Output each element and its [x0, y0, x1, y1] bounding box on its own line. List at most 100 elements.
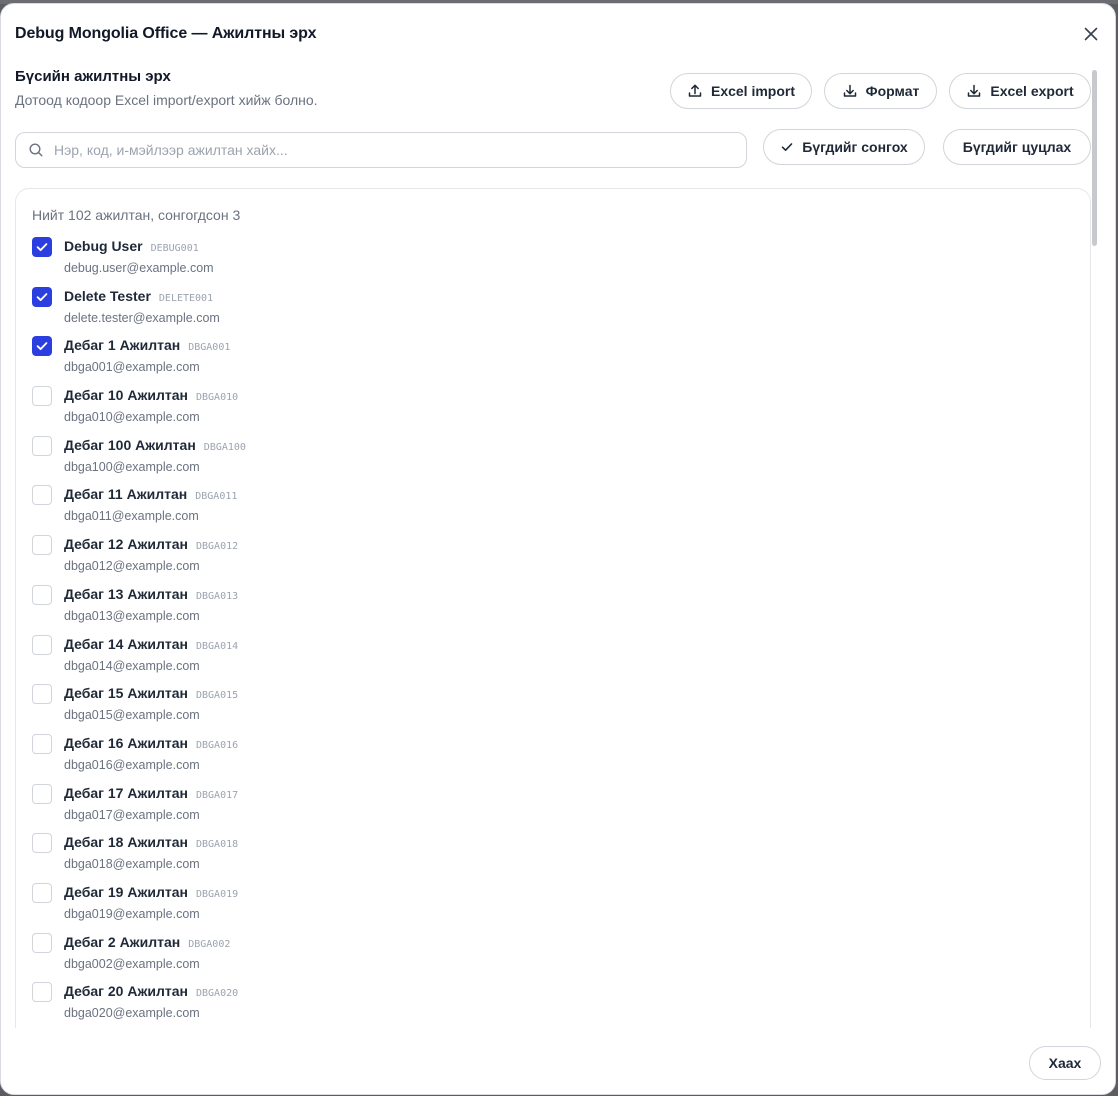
excel-export-label: Excel export — [990, 83, 1074, 99]
employee-list-item[interactable]: Дебаг 14 Ажилтан DBGA014 dbga014@example.c… — [32, 633, 1072, 683]
employee-code: DBGA016 — [196, 739, 239, 751]
select-all-button[interactable]: Бүгдийг сонгох — [763, 129, 925, 165]
employee-code: DBGA013 — [196, 590, 239, 602]
search-input[interactable] — [52, 141, 746, 159]
employee-name-text: Дебаг 13 Ажилтан — [64, 585, 188, 602]
scrollbar-thumb[interactable] — [1092, 70, 1097, 246]
employee-list-item[interactable]: Дебаг 15 Ажилтан DBGA015 dbga015@example.c… — [32, 682, 1072, 732]
check-icon — [36, 292, 48, 301]
format-label: Формат — [865, 83, 920, 99]
employee-list-item[interactable]: Дебаг 2 Ажилтан DBGA002 dbga002@example.co… — [32, 931, 1072, 981]
excel-import-button[interactable]: Excel import — [670, 73, 812, 109]
employee-checkbox[interactable] — [32, 684, 52, 705]
employee-email: dbga016@example.com — [64, 757, 200, 772]
employee-list-item[interactable]: Дебаг 18 Ажилтан DBGA018 dbga018@example.c… — [32, 831, 1072, 881]
employee-checkbox[interactable] — [32, 535, 52, 556]
employee-checkbox[interactable] — [32, 733, 52, 754]
employee-list-item[interactable]: Debug User DEBUG001 debug.user@example.com — [32, 235, 1072, 285]
employee-list-item[interactable]: Дебаг 16 Ажилтан DBGA016 dbga016@example.c… — [32, 732, 1072, 782]
employee-email: dbga012@example.com — [64, 559, 200, 574]
employee-name: Дебаг 18 Ажилтан DBGA018 — [64, 834, 238, 850]
employee-email: dbga013@example.com — [64, 608, 200, 623]
employee-name: Delete Tester DELETE001 — [64, 288, 213, 304]
excel-export-button[interactable]: Excel export — [949, 73, 1091, 109]
employee-email: dbga019@example.com — [64, 906, 200, 921]
employee-list-item[interactable]: Delete Tester DELETE001 delete.tester@exam… — [32, 285, 1072, 335]
employee-name: Дебаг 16 Ажилтан DBGA016 — [64, 735, 238, 751]
employee-name-text: Дебаг 20 Ажилтан — [64, 983, 188, 1000]
employee-code: DBGA011 — [195, 491, 238, 503]
employee-list-item[interactable]: Дебаг 11 Ажилтан DBGA011 dbga011@example.c… — [32, 483, 1072, 533]
employee-checkbox[interactable] — [32, 882, 52, 903]
excel-import-label: Excel import — [710, 83, 796, 99]
employee-checkbox[interactable] — [32, 932, 52, 953]
check-icon — [36, 243, 48, 252]
employee-name-text: Дебаг 14 Ажилтан — [64, 635, 188, 652]
employee-code: DBGA014 — [196, 640, 239, 652]
employee-list-panel[interactable]: Нийт 102 ажилтан, сонгогдсон 3 Debug Use… — [15, 188, 1091, 1094]
employee-name: Дебаг 13 Ажилтан DBGA013 — [64, 586, 238, 602]
employee-name-text: Debug User — [64, 238, 143, 254]
employee-name: Дебаг 17 Ажилтан DBGA017 — [64, 785, 238, 801]
employee-list-item[interactable]: Дебаг 1 Ажилтан DBGA001 dbga001@example.co… — [32, 334, 1072, 384]
employee-list: Debug User DEBUG001 debug.user@example.com… — [32, 235, 1072, 1030]
employee-email: dbga015@example.com — [64, 708, 200, 723]
search-field[interactable] — [15, 132, 747, 168]
employee-name: Дебаг 1 Ажилтан DBGA001 — [64, 337, 230, 353]
close-button-label: Хаах — [1048, 1055, 1082, 1071]
upload-icon — [688, 84, 702, 97]
employee-code: DBGA018 — [196, 839, 239, 851]
employee-list-item[interactable]: Дебаг 17 Ажилтан DBGA017 dbga017@example.c… — [32, 782, 1072, 832]
employee-checkbox[interactable] — [32, 833, 52, 854]
employee-name-text: Дебаг 2 Ажилтан — [64, 933, 181, 950]
select-all-label: Бүгдийг сонгох — [802, 139, 908, 155]
list-summary: Нийт 102 ажилтан, сонгогдсон 3 — [32, 207, 241, 223]
employee-name-text: Дебаг 17 Ажилтан — [64, 784, 188, 801]
employee-email: dbga002@example.com — [64, 956, 200, 971]
employee-checkbox[interactable] — [32, 634, 52, 655]
close-icon — [1084, 27, 1098, 41]
employee-checkbox[interactable] — [32, 982, 52, 1003]
employee-name: Дебаг 19 Ажилтан DBGA019 — [64, 884, 238, 900]
employee-list-item[interactable]: Дебаг 19 Ажилтан DBGA019 dbga019@example.c… — [32, 881, 1072, 931]
dialog-footer — [1, 1028, 1115, 1094]
employee-email: dbga100@example.com — [64, 459, 200, 474]
employee-checkbox[interactable] — [32, 435, 52, 456]
employee-name-text: Дебаг 100 Ажилтан — [64, 436, 196, 453]
close-dialog-button[interactable] — [1081, 24, 1101, 44]
clear-all-label: Бүгдийг цуцлах — [962, 139, 1072, 155]
employee-name-text: Дебаг 1 Ажилтан — [64, 337, 181, 354]
employee-checkbox[interactable] — [32, 336, 52, 357]
employee-name-text: Дебаг 18 Ажилтан — [64, 834, 188, 851]
employee-code: DBGA100 — [203, 441, 246, 453]
download-icon — [843, 84, 856, 97]
employee-name-text: Delete Tester — [64, 287, 151, 304]
clear-all-button[interactable]: Бүгдийг цуцлах — [943, 129, 1091, 165]
employee-checkbox[interactable] — [32, 584, 52, 605]
employee-name: Дебаг 14 Ажилтан DBGA014 — [64, 636, 238, 652]
employee-email: delete.tester@example.com — [64, 310, 220, 325]
employee-checkbox[interactable] — [32, 783, 52, 804]
employee-checkbox[interactable] — [32, 286, 52, 307]
employee-name: Дебаг 2 Ажилтан DBGA002 — [64, 934, 230, 950]
employee-email: dbga014@example.com — [64, 658, 200, 673]
employee-email: debug.user@example.com — [64, 261, 214, 275]
download-icon — [968, 84, 981, 97]
format-download-button[interactable]: Формат — [824, 73, 937, 109]
employee-list-item[interactable]: Дебаг 100 Ажилтан DBGA100 dbga100@example.… — [32, 434, 1072, 484]
employee-checkbox[interactable] — [32, 386, 52, 407]
check-icon — [36, 342, 48, 351]
employee-email: dbga018@example.com — [64, 857, 200, 872]
employee-name-text: Дебаг 11 Ажилтан — [64, 486, 188, 503]
employee-checkbox[interactable] — [32, 485, 52, 506]
close-button[interactable]: Хаах — [1029, 1046, 1101, 1080]
employee-code: DELETE001 — [158, 292, 214, 304]
employee-list-item[interactable]: Дебаг 13 Ажилтан DBGA013 dbga013@example.c… — [32, 583, 1072, 633]
employee-checkbox[interactable] — [32, 237, 52, 257]
employee-list-item[interactable]: Дебаг 10 Ажилтан DBGA010 dbga010@example.c… — [32, 384, 1072, 434]
employee-code: DBGA020 — [196, 988, 239, 1000]
employee-name-text: Дебаг 16 Ажилтан — [64, 734, 188, 751]
employee-list-item[interactable]: Дебаг 12 Ажилтан DBGA012 dbga012@example.c… — [32, 533, 1072, 583]
employee-name: Дебаг 100 Ажилтан DBGA100 — [64, 437, 246, 453]
employee-list-item[interactable]: Дебаг 20 Ажилтан DBGA020 dbga020@example.c… — [32, 980, 1072, 1030]
